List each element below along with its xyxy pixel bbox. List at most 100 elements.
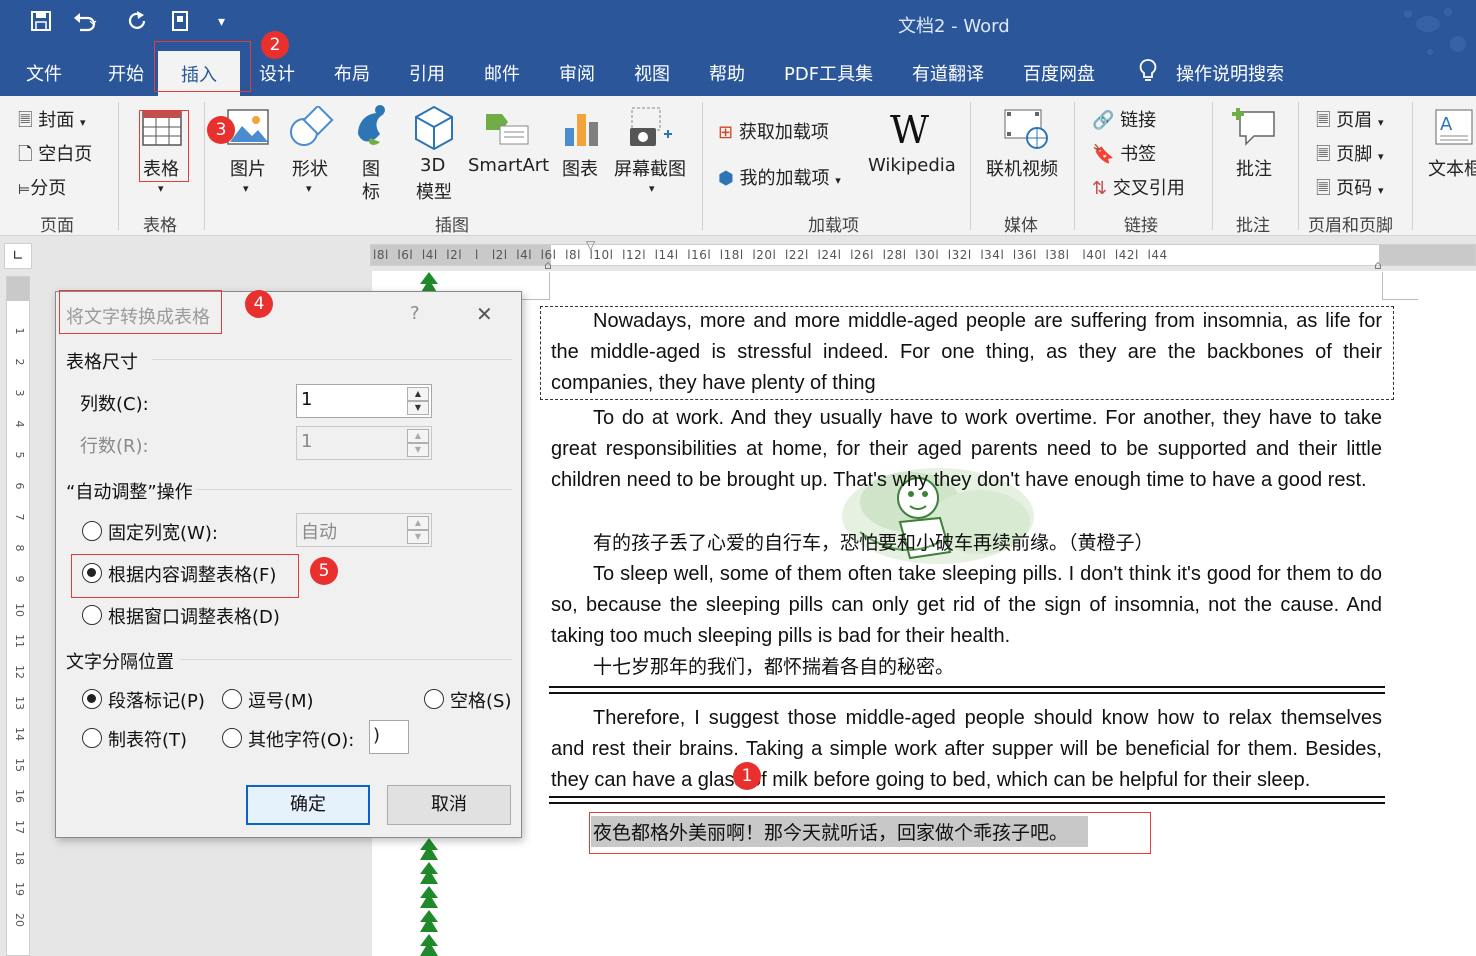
separator-other-radio[interactable] <box>222 728 242 748</box>
autofit-window-radio[interactable] <box>82 605 102 625</box>
link-button[interactable]: 🔗 链接 <box>1092 106 1156 132</box>
group-label-comments: 批注 <box>1236 216 1270 236</box>
customize-qat-icon[interactable]: ▾ <box>218 14 225 30</box>
tell-me-search[interactable]: 操作说明搜索 <box>1176 60 1284 86</box>
separator-other-input[interactable]: ) <box>369 720 409 754</box>
decorative-crab-icon <box>1400 4 1470 68</box>
ribbon-separator <box>1298 102 1299 230</box>
left-indent-marker[interactable]: ⌂ <box>544 258 552 272</box>
get-addins-button[interactable]: ⊞ 获取加载项 <box>718 118 829 144</box>
screenshot-dropdown-icon[interactable]: ▾ <box>649 182 655 195</box>
ok-button[interactable]: 确定 <box>246 785 370 825</box>
separator-comma-radio[interactable] <box>222 689 242 709</box>
group-label-media: 媒体 <box>1004 216 1038 236</box>
link-icon: 🔗 <box>1092 110 1115 131</box>
svg-text:10: 10 <box>13 603 26 617</box>
online-video-button[interactable]: 联机视频 <box>986 155 1058 181</box>
3d-model-button-line2[interactable]: 模型 <box>416 178 452 204</box>
cancel-button[interactable]: 取消 <box>387 785 511 825</box>
cross-reference-button[interactable]: ⇅ 交叉引用 <box>1092 174 1185 200</box>
tab-youdao[interactable]: 有道翻译 <box>912 60 984 86</box>
fixed-width-radio[interactable] <box>82 521 102 541</box>
wikipedia-button[interactable]: Wikipedia <box>868 155 956 176</box>
columns-spinner[interactable]: 1 ▲ ▼ <box>296 384 432 418</box>
comment-button[interactable]: 批注 <box>1236 155 1272 181</box>
double-line-separator <box>549 796 1385 804</box>
table-dropdown-icon[interactable]: ▾ <box>158 182 164 195</box>
blank-page-icon: 🗋 <box>18 144 33 165</box>
spinner-down-icon: ▼ <box>407 530 429 544</box>
tab-review[interactable]: 审阅 <box>559 60 595 86</box>
spinner-down-icon[interactable]: ▼ <box>407 401 429 415</box>
annotation-box-selection <box>589 812 1151 854</box>
header-button[interactable]: 🗏 页眉 ▾ <box>1316 106 1383 138</box>
svg-text:12: 12 <box>13 665 26 679</box>
tab-file[interactable]: 文件 <box>26 60 62 86</box>
step-badge-1: 1 <box>733 762 761 790</box>
annotation-box-autofit <box>71 554 299 598</box>
separator-tab-label[interactable]: 制表符(T) <box>108 726 187 752</box>
text-box-button[interactable]: 文本框 <box>1428 155 1476 181</box>
rows-label: 行数(R): <box>80 436 149 457</box>
svg-text:20: 20 <box>13 913 26 927</box>
tab-view[interactable]: 视图 <box>634 60 670 86</box>
vertical-ruler: 1 2 3 4 5 6 7 8 9 10 11 12 13 14 15 16 1… <box>6 276 30 956</box>
right-indent-marker[interactable]: ⌂ <box>1374 258 1382 272</box>
icons-button-line2[interactable]: 标 <box>362 178 380 204</box>
tab-home[interactable]: 开始 <box>108 60 144 86</box>
close-icon[interactable]: ✕ <box>476 302 493 326</box>
paragraph-4: Therefore, I suggest those middle-aged p… <box>551 707 1382 791</box>
chinese-line-2: 十七岁那年的我们，都怀揣着各自的秘密。 <box>593 656 955 678</box>
tab-layout[interactable]: 布局 <box>334 60 370 86</box>
step-badge-4: 4 <box>245 290 273 318</box>
tab-pdf-tools[interactable]: PDF工具集 <box>784 60 873 86</box>
ribbon-separator <box>1412 102 1413 230</box>
tab-references[interactable]: 引用 <box>409 60 445 86</box>
smartart-icon <box>482 108 532 152</box>
separator-comma-label[interactable]: 逗号(M) <box>248 687 314 713</box>
smartart-button[interactable]: SmartArt <box>468 155 549 176</box>
picture-button[interactable]: 图片 <box>230 155 266 181</box>
page-break-icon: ⊨ <box>18 182 31 198</box>
ribbon-separator <box>1074 102 1075 230</box>
help-button[interactable]: ? <box>410 303 420 324</box>
svg-text:6: 6 <box>13 483 26 490</box>
page-break-button[interactable]: ⊨分页 <box>18 174 66 200</box>
shapes-dropdown-icon[interactable]: ▾ <box>306 182 312 195</box>
tab-baidu-pan[interactable]: 百度网盘 <box>1023 60 1095 86</box>
annotation-box-table <box>139 110 189 182</box>
tab-mailings[interactable]: 邮件 <box>484 60 520 86</box>
touch-mode-icon[interactable] <box>168 10 192 37</box>
spinner-up-icon[interactable]: ▲ <box>407 387 429 401</box>
separator-other-label[interactable]: 其他字符(O): <box>248 726 354 752</box>
separator-tab-radio[interactable] <box>82 728 102 748</box>
blank-page-button[interactable]: 🗋 空白页 <box>18 140 92 172</box>
bookmark-button[interactable]: 🔖 书签 <box>1092 140 1156 166</box>
undo-icon[interactable] <box>72 10 98 37</box>
autofit-window-label[interactable]: 根据窗口调整表格(D) <box>108 603 280 629</box>
shapes-button[interactable]: 形状 <box>292 155 328 181</box>
svg-text:11: 11 <box>13 634 26 648</box>
tab-help[interactable]: 帮助 <box>709 60 745 86</box>
page-number-button[interactable]: 🗏 页码 ▾ <box>1316 174 1383 206</box>
fixed-width-label[interactable]: 固定列宽(W): <box>108 519 218 545</box>
separator-paragraph-label[interactable]: 段落标记(P) <box>108 687 205 713</box>
first-line-indent-marker[interactable]: ▽ <box>586 238 595 252</box>
footer-button[interactable]: 🗏 页脚 ▾ <box>1316 140 1383 172</box>
picture-dropdown-icon[interactable]: ▾ <box>243 182 249 195</box>
my-addins-button[interactable]: ⬢ 我的加载项 ▾ <box>718 164 841 190</box>
separator-space-label[interactable]: 空格(S) <box>450 687 511 713</box>
tab-design[interactable]: 设计 <box>259 60 295 86</box>
tab-selector[interactable]: ∟ <box>4 243 32 269</box>
redo-icon[interactable] <box>126 10 148 37</box>
cover-page-button[interactable]: 🗏 封面 ▾ <box>18 106 85 138</box>
shapes-icon <box>288 104 334 154</box>
section-divider <box>196 489 512 490</box>
3d-model-button-line1[interactable]: 3D <box>420 155 445 176</box>
chart-button[interactable]: 图表 <box>562 155 598 181</box>
separator-space-radio[interactable] <box>424 689 444 709</box>
screenshot-icon <box>626 106 674 152</box>
save-icon[interactable] <box>30 10 52 37</box>
screenshot-button[interactable]: 屏幕截图 <box>614 155 686 181</box>
separator-paragraph-radio[interactable] <box>82 689 102 709</box>
